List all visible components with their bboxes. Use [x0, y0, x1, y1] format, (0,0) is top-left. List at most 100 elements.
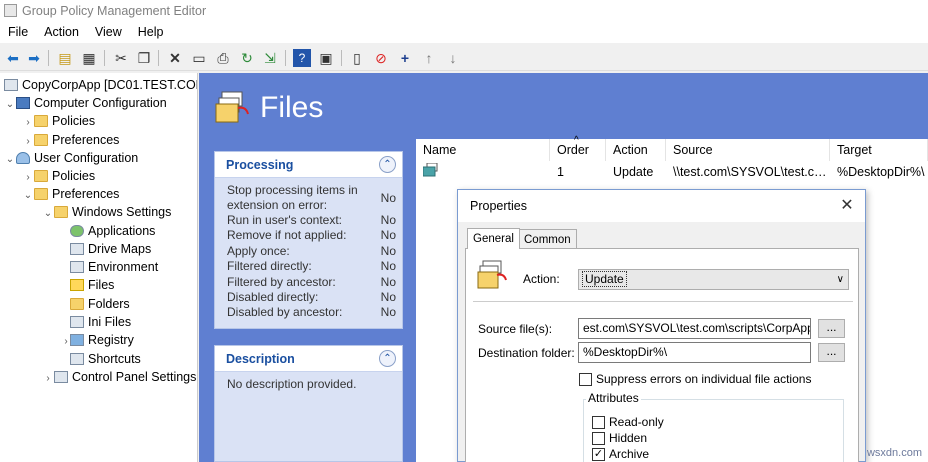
tree-item-applications[interactable]: Applications	[70, 222, 155, 240]
archive-checkbox[interactable]: ✓	[592, 448, 605, 461]
disable-icon[interactable]: ⊘	[372, 49, 390, 67]
read-only-checkbox[interactable]	[592, 416, 605, 429]
help-icon[interactable]: ?	[293, 49, 311, 67]
tree-item-shortcuts[interactable]: Shortcuts	[70, 350, 141, 368]
row-source: \\test.com\SYSVOL\test.com\scripts\CorpA…	[673, 165, 830, 179]
attributes-label: Attributes	[586, 390, 641, 406]
tree-item-registry[interactable]: › Registry	[62, 331, 134, 349]
file-item-icon	[416, 163, 456, 181]
new-item-icon[interactable]: ▯	[348, 49, 366, 67]
environment-icon	[70, 261, 84, 273]
description-heading: Description	[215, 346, 402, 372]
expanded-chevron-icon[interactable]: ⌄	[4, 151, 16, 169]
collapse-description-icon[interactable]: ⌃	[379, 350, 396, 367]
processing-row: Stop processing items in extension on er…	[227, 183, 396, 212]
tree-item-user-configuration[interactable]: ⌄ User Configuration	[4, 149, 138, 167]
column-target[interactable]: Target	[830, 139, 928, 161]
tree-item-environment[interactable]: Environment	[70, 258, 158, 276]
move-down-icon[interactable]: ↓	[444, 49, 462, 67]
tree-item-control-panel-settings[interactable]: › Control Panel Settings	[42, 368, 196, 386]
tree-item-computer-policies[interactable]: › Policies	[22, 112, 95, 130]
processing-card: Processing ⌃ Stop processing items in ex…	[214, 151, 403, 329]
up-folder-icon[interactable]: ▤	[56, 49, 74, 67]
collapsed-chevron-icon[interactable]: ›	[62, 333, 70, 351]
tree-item-files[interactable]: Files	[70, 276, 114, 294]
dialog-title-bar: Properties ✕	[458, 190, 865, 222]
delete-icon[interactable]: ✕	[166, 49, 184, 67]
menu-help[interactable]: Help	[130, 22, 172, 43]
close-icon[interactable]: ✕	[837, 196, 857, 216]
control-panel-icon	[54, 371, 68, 383]
add-icon[interactable]: +	[396, 49, 414, 67]
suppress-errors-label: Suppress errors on individual file actio…	[596, 372, 812, 386]
column-order[interactable]: ^ Order	[550, 135, 606, 161]
source-label: Source file(s):	[478, 322, 553, 336]
properties-icon[interactable]: ▭	[190, 49, 208, 67]
tree-item-windows-settings[interactable]: ⌄ Windows Settings	[42, 203, 172, 223]
move-up-icon[interactable]: ↑	[420, 49, 438, 67]
destination-input[interactable]: %DesktopDir%\	[578, 342, 811, 363]
destination-label: Destination folder:	[478, 346, 575, 360]
tree-item-folders[interactable]: Folders	[70, 295, 130, 313]
dialog-title: Properties	[470, 199, 527, 213]
tab-general[interactable]: General	[467, 228, 520, 249]
separator	[473, 301, 853, 302]
show-hide-tree-icon[interactable]: ▦	[80, 49, 98, 67]
tree-root[interactable]: CopyCorpApp [DC01.TEST.COM]	[4, 76, 197, 94]
expanded-chevron-icon[interactable]: ⌄	[4, 96, 16, 114]
print-icon[interactable]: ⎙	[214, 49, 232, 67]
copy-icon[interactable]: ❐	[135, 49, 153, 67]
collapsed-chevron-icon[interactable]: ›	[22, 114, 34, 132]
expanded-chevron-icon[interactable]: ⌄	[42, 205, 54, 223]
menu-bar: File Action View Help	[0, 22, 928, 43]
console-tree: CopyCorpApp [DC01.TEST.COM] ⌄ Computer Co…	[0, 73, 198, 462]
hidden-label: Hidden	[609, 431, 648, 445]
chevron-down-icon: ∨	[836, 274, 844, 285]
processing-heading: Processing	[215, 152, 402, 178]
processing-row: Disabled by ancestor: No	[227, 305, 396, 319]
cut-icon[interactable]: ✂	[112, 49, 130, 67]
tree-item-computer-preferences[interactable]: › Preferences	[22, 131, 119, 149]
folder-icon	[34, 188, 48, 200]
menu-view[interactable]: View	[87, 22, 130, 43]
menu-action[interactable]: Action	[36, 22, 87, 43]
refresh-icon[interactable]: ↻	[238, 49, 256, 67]
destination-browse-button[interactable]: ...	[818, 343, 845, 362]
archive-label: Archive	[609, 447, 650, 461]
page-title: Files	[260, 91, 324, 124]
read-only-label: Read-only	[609, 415, 664, 429]
action-select[interactable]: Update ∨	[578, 269, 849, 290]
app-icon	[4, 4, 17, 17]
expanded-chevron-icon[interactable]: ⌄	[22, 187, 34, 205]
action-pane-icon[interactable]: ▣	[317, 49, 335, 67]
shortcut-icon	[70, 353, 84, 365]
collapsed-chevron-icon[interactable]: ›	[42, 370, 54, 388]
forward-icon[interactable]: ➡	[25, 49, 43, 67]
menu-file[interactable]: File	[0, 22, 36, 43]
folder-icon	[34, 170, 48, 182]
collapse-processing-icon[interactable]: ⌃	[379, 156, 396, 173]
back-icon[interactable]: ⬅	[4, 49, 22, 67]
export-icon[interactable]: ⇲	[261, 49, 279, 67]
column-action[interactable]: Action	[606, 139, 666, 161]
column-name[interactable]: Name	[416, 139, 550, 161]
hidden-checkbox[interactable]	[592, 432, 605, 445]
tab-common[interactable]: Common	[518, 229, 577, 249]
processing-row: Apply once: No	[227, 244, 396, 258]
tree-item-computer-configuration[interactable]: ⌄ Computer Configuration	[4, 94, 167, 112]
tree-item-user-policies[interactable]: › Policies	[22, 167, 95, 185]
window-title: Group Policy Management Editor	[22, 4, 207, 18]
source-input[interactable]: est.com\SYSVOL\test.com\scripts\CorpApp\…	[578, 318, 811, 339]
tree-item-user-preferences[interactable]: ⌄ Preferences	[22, 185, 120, 205]
source-browse-button[interactable]: ...	[818, 319, 845, 338]
attributes-group: Attributes Read-only Hidden ✓ Archive	[583, 390, 844, 462]
description-text: No description provided.	[227, 377, 357, 391]
suppress-errors-checkbox[interactable]	[579, 373, 592, 386]
column-source[interactable]: Source	[666, 139, 830, 161]
files-header-icon	[215, 91, 249, 123]
tree-item-ini-files[interactable]: Ini Files	[70, 313, 131, 331]
ini-file-icon	[70, 316, 84, 328]
folder-icon	[34, 134, 48, 146]
tree-item-drive-maps[interactable]: Drive Maps	[70, 240, 151, 258]
sort-ascending-icon: ^	[574, 135, 579, 146]
